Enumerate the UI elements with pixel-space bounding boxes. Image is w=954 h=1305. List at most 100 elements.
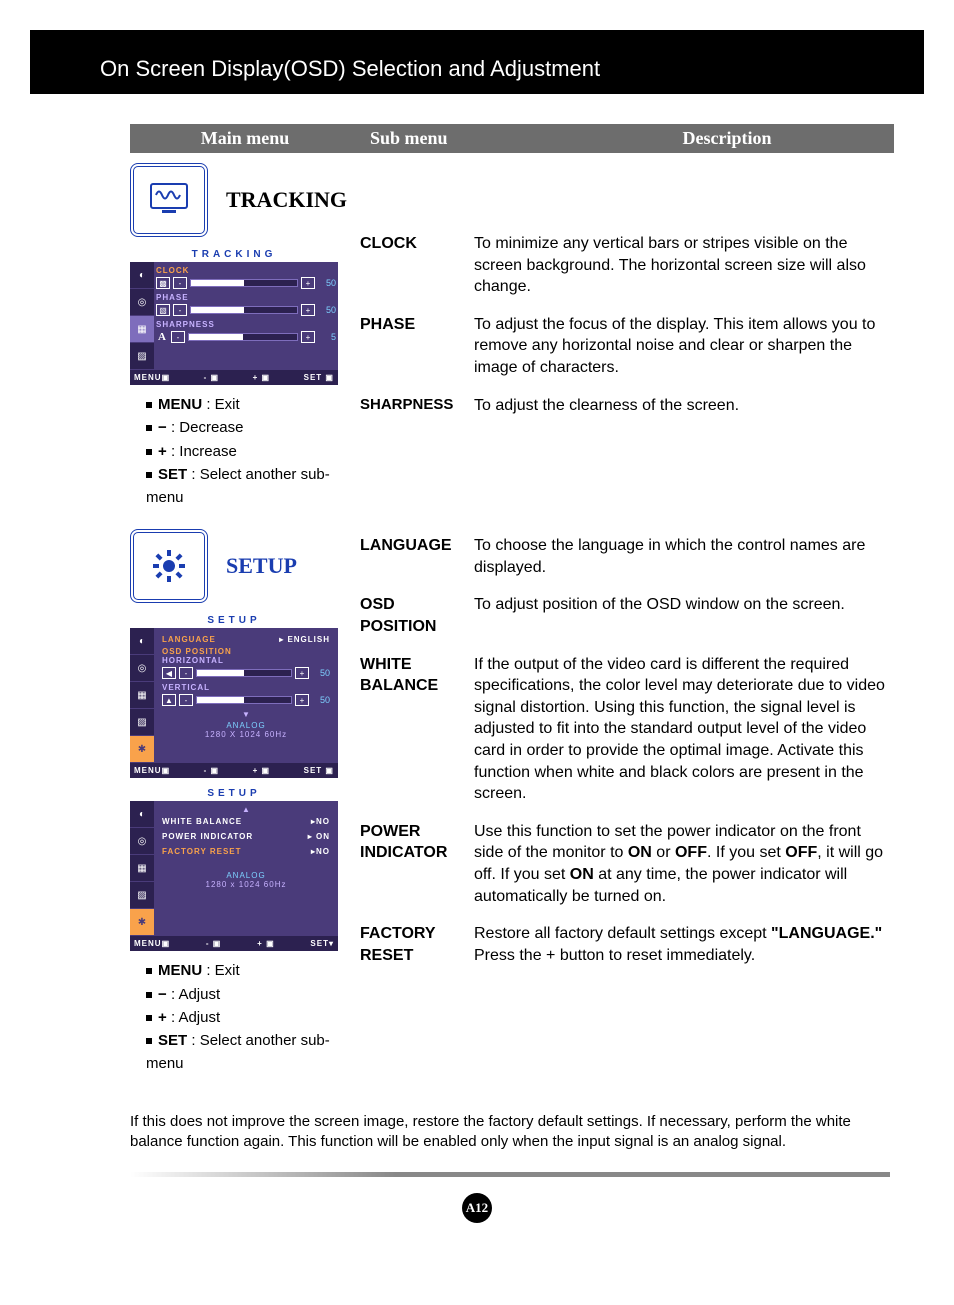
sharpness-label: SHARPNESS <box>156 320 336 329</box>
tracking-osd-panel: TRACKING ◐ ◎ ▦ ▨ CLOCK ▩ - + <box>130 247 338 385</box>
page-title: On Screen Display(OSD) Selection and Adj… <box>30 30 924 94</box>
power-indicator-label: POWER INDICATOR <box>162 832 253 841</box>
factory-reset-desc: Restore all factory default settings exc… <box>474 923 894 966</box>
osd-side-icon: ◎ <box>130 828 154 855</box>
power-indicator-desc: Use this function to set the power indic… <box>474 821 894 907</box>
phase-desc: To adjust the focus of the display. This… <box>474 314 894 379</box>
plus-icon: + <box>301 277 315 289</box>
up-icon: ▲ <box>162 694 176 706</box>
sharpness-slider: A - + 5 <box>156 331 336 343</box>
phase-label: PHASE <box>156 293 336 302</box>
analog-label: ANALOG <box>226 721 265 730</box>
tracking-osd-titlebar: TRACKING <box>130 247 338 262</box>
plus-icon: + <box>301 304 315 316</box>
pattern-icon: ▩ <box>156 277 170 289</box>
plus-icon: + <box>295 694 309 706</box>
mode-label: 1280 X 1024 60Hz <box>205 730 287 739</box>
sharpness-value: 5 <box>318 332 336 342</box>
setup-osd-titlebar-2: SETUP <box>130 786 338 801</box>
language-desc: To choose the language in which the cont… <box>474 535 894 578</box>
osd-side-icon: ◐ <box>130 801 154 828</box>
horizontal-label: HORIZONTAL <box>156 656 336 665</box>
clock-value: 50 <box>318 278 336 288</box>
osd-position-label: OSD POSITION <box>156 647 336 656</box>
sharpness-desc: To adjust the clearness of the screen. <box>474 395 894 417</box>
osd-position-sub: OSD POSITION <box>360 594 466 637</box>
footer-plus: + ▣ <box>253 373 270 382</box>
phase-sub: PHASE <box>360 314 466 379</box>
tracking-osd-footer: MENU▣ - ▣ + ▣ SET ▣ <box>130 370 338 385</box>
footer-note: If this does not improve the screen imag… <box>130 1112 864 1153</box>
setup-title: SETUP <box>226 553 297 579</box>
power-indicator-value: ▸ ON <box>308 832 330 841</box>
factory-reset-sub: FACTORY RESET <box>360 923 466 966</box>
osd-side-gear-icon: ✱ <box>130 909 154 936</box>
minus-icon: - <box>173 277 187 289</box>
osd-side-icon: ◎ <box>130 655 154 682</box>
osd-side-gear-icon: ✱ <box>130 736 154 763</box>
setup-osd-panel-2: SETUP ◐ ◎ ▦ ▨ ✱ ▲ WHITE BALANCE ▸NO <box>130 786 338 951</box>
left-icon: ◀ <box>162 667 176 679</box>
clock-slider: ▩ - + 50 <box>156 277 336 289</box>
osd-side-icon: ▦ <box>130 316 154 343</box>
sharpness-sub: SHARPNESS <box>360 395 466 417</box>
white-balance-value: ▸NO <box>311 817 330 826</box>
plus-icon: + <box>295 667 309 679</box>
setup2-osd-footer: MENU▣- ▣+ ▣SET▾ <box>130 936 338 951</box>
horizontal-slider: ◀ - + 50 <box>156 667 336 679</box>
setup1-osd-footer: MENU▣- ▣+ ▣SET ▣ <box>130 763 338 778</box>
analog-label-2: ANALOG <box>226 871 265 880</box>
setup-osd-titlebar: SETUP <box>130 613 338 628</box>
sharpness-glyph: A <box>156 332 168 342</box>
osd-side-icon: ▨ <box>130 343 154 370</box>
osd-side-icon: ▦ <box>130 855 154 882</box>
power-indicator-sub: POWER INDICATOR <box>360 821 466 907</box>
minus-icon: - <box>173 304 187 316</box>
osd-side-icon: ▦ <box>130 682 154 709</box>
th-sub-menu: Sub menu <box>360 128 560 149</box>
horizontal-value: 50 <box>312 668 330 678</box>
th-description: Description <box>560 128 894 149</box>
footer-minus: - ▣ <box>204 373 219 382</box>
language-label: LANGUAGE <box>162 635 216 644</box>
osd-side-icon: ◐ <box>130 262 154 289</box>
minus-icon: - <box>179 667 193 679</box>
tracking-title: TRACKING <box>226 187 347 213</box>
clock-label: CLOCK <box>156 266 336 275</box>
white-balance-label: WHITE BALANCE <box>162 817 242 826</box>
factory-reset-value: ▸NO <box>311 847 330 856</box>
plus-icon: + <box>301 331 315 343</box>
vertical-slider: ▲ - + 50 <box>156 694 336 706</box>
mode-label-2: 1280 x 1024 60Hz <box>206 880 287 889</box>
minus-icon: - <box>171 331 185 343</box>
th-main-menu: Main menu <box>130 128 360 149</box>
osd-side-icon: ▨ <box>130 882 154 909</box>
footer-set: SET <box>304 373 323 382</box>
white-balance-desc: If the output of the video card is diffe… <box>474 654 894 805</box>
osd-side-icon: ▨ <box>130 709 154 736</box>
setup-legend: MENU : Exit − : Adjust + : Adjust SET : … <box>146 959 360 1075</box>
osd-side-icon: ◐ <box>130 628 154 655</box>
osd-position-desc: To adjust position of the OSD window on … <box>474 594 894 637</box>
phase-value: 50 <box>318 305 336 315</box>
footer-menu: MENU <box>134 373 162 382</box>
factory-reset-label: FACTORY RESET <box>162 847 242 856</box>
language-sub: LANGUAGE <box>360 535 466 578</box>
table-header: Main menu Sub menu Description <box>130 124 894 153</box>
phase-slider: ▧ - + 50 <box>156 304 336 316</box>
setup-icon <box>130 529 208 603</box>
clock-sub: CLOCK <box>360 233 466 298</box>
minus-icon: - <box>179 694 193 706</box>
setup-osd-panel-1: SETUP ◐ ◎ ▦ ▨ ✱ LANGUAGE ▸ ENGLISH <box>130 613 338 778</box>
clock-desc: To minimize any vertical bars or stripes… <box>474 233 894 298</box>
tracking-legend: MENU : Exit − : Decrease + : Increase SE… <box>146 393 360 509</box>
vertical-label: VERTICAL <box>156 683 336 692</box>
vertical-value: 50 <box>312 695 330 705</box>
tracking-icon <box>130 163 208 237</box>
language-value: ▸ ENGLISH <box>279 635 330 644</box>
white-balance-sub: WHITE BALANCE <box>360 654 466 805</box>
page-number: A12 <box>462 1193 492 1223</box>
osd-side-icon: ◎ <box>130 289 154 316</box>
divider <box>130 1172 890 1177</box>
pattern-icon: ▧ <box>156 304 170 316</box>
